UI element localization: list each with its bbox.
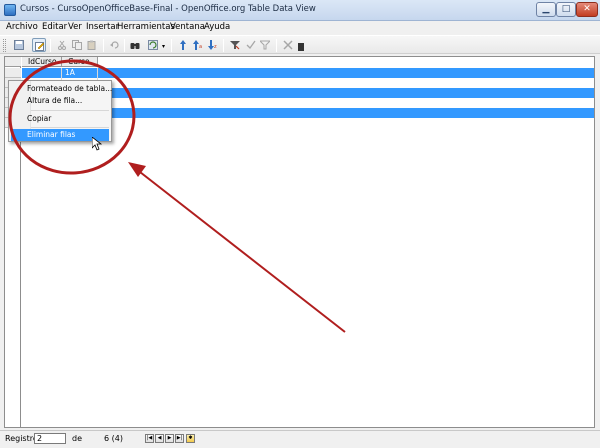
menu-ver[interactable]: Ver — [68, 22, 82, 32]
openoffice-app-icon — [4, 4, 16, 16]
save-icon[interactable] — [12, 38, 26, 52]
first-record-button[interactable]: |◀ — [145, 434, 154, 443]
cut-icon[interactable] — [55, 38, 69, 52]
menu-ventana[interactable]: Ventana — [170, 22, 205, 32]
delete-record-icon[interactable] — [281, 38, 295, 52]
menu-ayuda[interactable]: Ayuda — [204, 22, 230, 32]
standard-filter-icon[interactable] — [244, 38, 258, 52]
app-window: Cursos - CursoOpenOfficeBase-Final - Ope… — [0, 0, 600, 448]
previous-record-button[interactable]: ◀ — [155, 434, 164, 443]
context-separator — [31, 110, 109, 111]
maximize-button[interactable]: □ — [556, 2, 576, 17]
cell-idcurso[interactable] — [22, 68, 62, 78]
remove-filter-icon[interactable] — [258, 38, 272, 52]
close-button[interactable]: ✕ — [576, 2, 598, 17]
toolbar-overflow-icon[interactable] — [298, 43, 304, 51]
menu-herramientas[interactable]: Herramientas — [117, 22, 175, 32]
sort-descending-icon[interactable]: z — [206, 38, 220, 52]
sort-ascending-icon[interactable]: a — [191, 38, 205, 52]
refresh-icon[interactable] — [146, 38, 160, 52]
context-item-formateado-tabla[interactable]: Formateado de tabla... — [11, 83, 112, 95]
de-label: de — [72, 434, 82, 443]
next-record-button[interactable]: ▶ — [165, 434, 174, 443]
refresh-dropdown-icon[interactable]: ▾ — [162, 43, 165, 50]
minimize-button[interactable]: ▁ — [536, 2, 556, 17]
autofilter-icon[interactable] — [228, 38, 242, 52]
record-number-input[interactable]: 2 — [34, 433, 66, 444]
svg-text:z: z — [214, 44, 217, 50]
undo-icon[interactable] — [108, 38, 122, 52]
window-title: Cursos - CursoOpenOfficeBase-Final - Ope… — [20, 4, 316, 14]
copy-icon[interactable] — [70, 38, 84, 52]
edit-mode-icon[interactable] — [32, 38, 46, 52]
svg-text:a: a — [199, 44, 202, 50]
context-item-altura-fila[interactable]: Altura de fila... — [11, 95, 109, 107]
menu-bar: Archivo Editar Ver Insertar Herramientas… — [0, 21, 600, 34]
menu-insertar[interactable]: Insertar — [86, 22, 119, 32]
menu-editar[interactable]: Editar — [42, 22, 67, 32]
last-record-button[interactable]: ▶| — [175, 434, 184, 443]
toolbar-handle[interactable] — [3, 39, 6, 52]
find-icon[interactable] — [128, 38, 142, 52]
cell-curso[interactable]: 1A — [62, 68, 98, 78]
record-navigation-bar: Registro 2 de 6 (4) |◀ ◀ ▶ ▶| ✱ — [0, 430, 600, 448]
table-row[interactable]: 1A — [22, 68, 594, 78]
paste-icon[interactable] — [85, 38, 99, 52]
new-record-button[interactable]: ✱ — [186, 434, 195, 443]
title-bar: Cursos - CursoOpenOfficeBase-Final - Ope… — [0, 0, 600, 21]
column-header-curso[interactable]: Curso — [62, 57, 98, 67]
menu-archivo[interactable]: Archivo — [6, 22, 38, 32]
row-context-menu: Formateado de tabla... Altura de fila...… — [8, 80, 112, 142]
context-separator — [31, 127, 109, 128]
record-count: 6 (4) — [104, 434, 123, 443]
column-header-idcurso[interactable]: IdCurso — [22, 57, 62, 67]
toolbar: ▾ a z — [0, 35, 600, 54]
grid-corner[interactable] — [5, 57, 21, 67]
context-item-copiar[interactable]: Copiar — [11, 113, 109, 125]
registro-label: Registro — [5, 434, 38, 443]
row-header[interactable] — [5, 68, 21, 78]
sort-icon[interactable] — [176, 38, 190, 52]
mouse-cursor-icon — [92, 137, 102, 151]
